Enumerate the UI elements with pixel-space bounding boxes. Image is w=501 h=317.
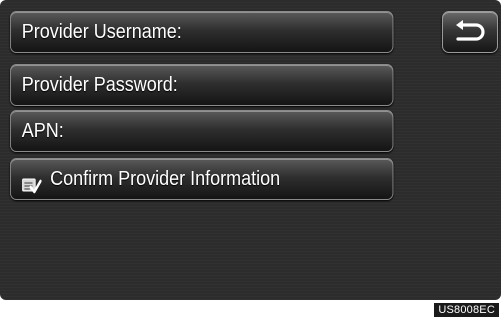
provider-username-label: Provider Username: xyxy=(21,21,182,43)
confirm-info-icon xyxy=(22,169,42,194)
apn-button[interactable]: APN: xyxy=(10,110,394,152)
apn-label: APN: xyxy=(21,120,64,142)
confirm-provider-information-label: Confirm Provider Information xyxy=(50,168,281,190)
confirm-provider-information-button[interactable]: Confirm Provider Information xyxy=(10,158,394,200)
provider-username-button[interactable]: Provider Username: xyxy=(10,11,394,53)
back-arrow-icon xyxy=(452,18,488,47)
back-button[interactable] xyxy=(442,11,498,53)
provider-password-button[interactable]: Provider Password: xyxy=(10,64,394,106)
screen: Provider Username: Provider Password: AP… xyxy=(0,0,501,300)
image-code-caption: US8008EC xyxy=(434,303,499,317)
provider-password-label: Provider Password: xyxy=(21,74,178,96)
